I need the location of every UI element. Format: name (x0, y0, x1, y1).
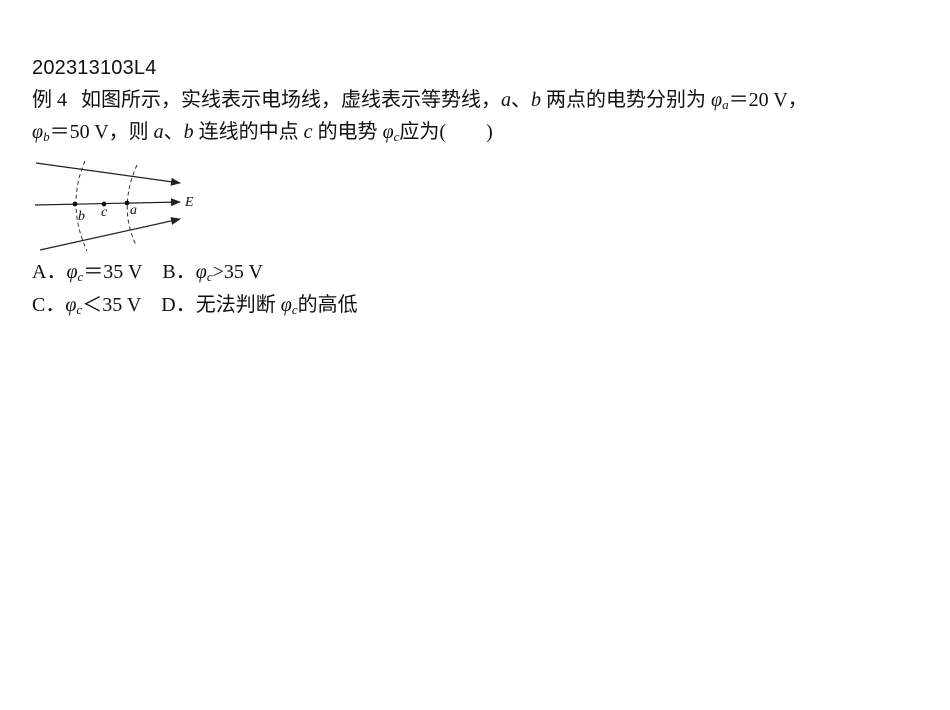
field-line-top (35, 162, 181, 186)
question-text: 应为( (399, 121, 447, 143)
option-c-label: C． (32, 294, 66, 316)
phi-symbol: φ (711, 89, 723, 111)
point-c-label: c (101, 205, 108, 220)
var-a: a (153, 121, 164, 143)
option-b-label: B． (162, 261, 196, 283)
field-label-E: E (184, 195, 194, 210)
potential-b-value: ＝50 V，则 (49, 121, 154, 143)
point-b-dot (72, 201, 78, 207)
field-line-bottom (39, 217, 181, 251)
options-row-1: A．φc＝35 V B．φc>35 V (32, 259, 263, 285)
option-c[interactable]: C．φc＜35 V (32, 294, 141, 316)
electric-field-figure: b c a E (34, 160, 194, 252)
equipotential-line-left (75, 160, 88, 252)
option-b-text: >35 V (212, 261, 263, 283)
var-b: b (183, 121, 194, 143)
phi-symbol: φ (66, 261, 78, 283)
point-b-label: b (78, 209, 85, 224)
phi-symbol: φ (65, 294, 77, 316)
field-line-middle (34, 198, 181, 207)
var-a: a (501, 89, 511, 111)
option-d-label: D． (161, 294, 196, 316)
option-c-text: ＜35 V (82, 294, 142, 316)
option-a-label: A． (32, 261, 67, 283)
question-text: 两点的电势分别为 (541, 89, 711, 111)
potential-a-value: ＝20 V， (728, 89, 808, 111)
question-text: 如图所示，实线表示电场线，虚线表示等势线， (81, 89, 501, 111)
var-c: c (303, 121, 313, 143)
example-label: 例 4 (32, 89, 67, 111)
phi-symbol: φ (280, 294, 292, 316)
phi-symbol: φ (32, 121, 44, 143)
question-line-1: 例 4 如图所示，实线表示电场线，虚线表示等势线，a、b 两点的电势分别为 φa＝… (32, 87, 808, 113)
point-a-dot (124, 200, 130, 206)
option-a-text: ＝35 V (83, 261, 143, 283)
option-a[interactable]: A．φc＝35 V (32, 261, 142, 283)
var-b: b (531, 89, 541, 111)
separator: 、 (163, 121, 184, 143)
option-d-text: 无法判断 (195, 294, 281, 316)
option-d-text-rest: 的高低 (297, 294, 358, 316)
phi-symbol: φ (382, 121, 394, 143)
question-line-2: φb＝50 V，则 a、b 连线的中点 c 的电势 φc应为() (32, 119, 493, 145)
option-d[interactable]: D．无法判断 φc的高低 (161, 294, 357, 316)
separator: 、 (511, 89, 531, 111)
answer-bracket-close: ) (486, 121, 493, 143)
option-b[interactable]: B．φc>35 V (162, 261, 263, 283)
options-row-2: C．φc＜35 V D．无法判断 φc的高低 (32, 292, 358, 318)
question-text: 连线的中点 (193, 121, 304, 143)
question-text: 的电势 (312, 121, 383, 143)
point-a-label: a (130, 203, 137, 218)
question-id: 202313103L4 (32, 57, 157, 79)
phi-symbol: φ (195, 261, 207, 283)
